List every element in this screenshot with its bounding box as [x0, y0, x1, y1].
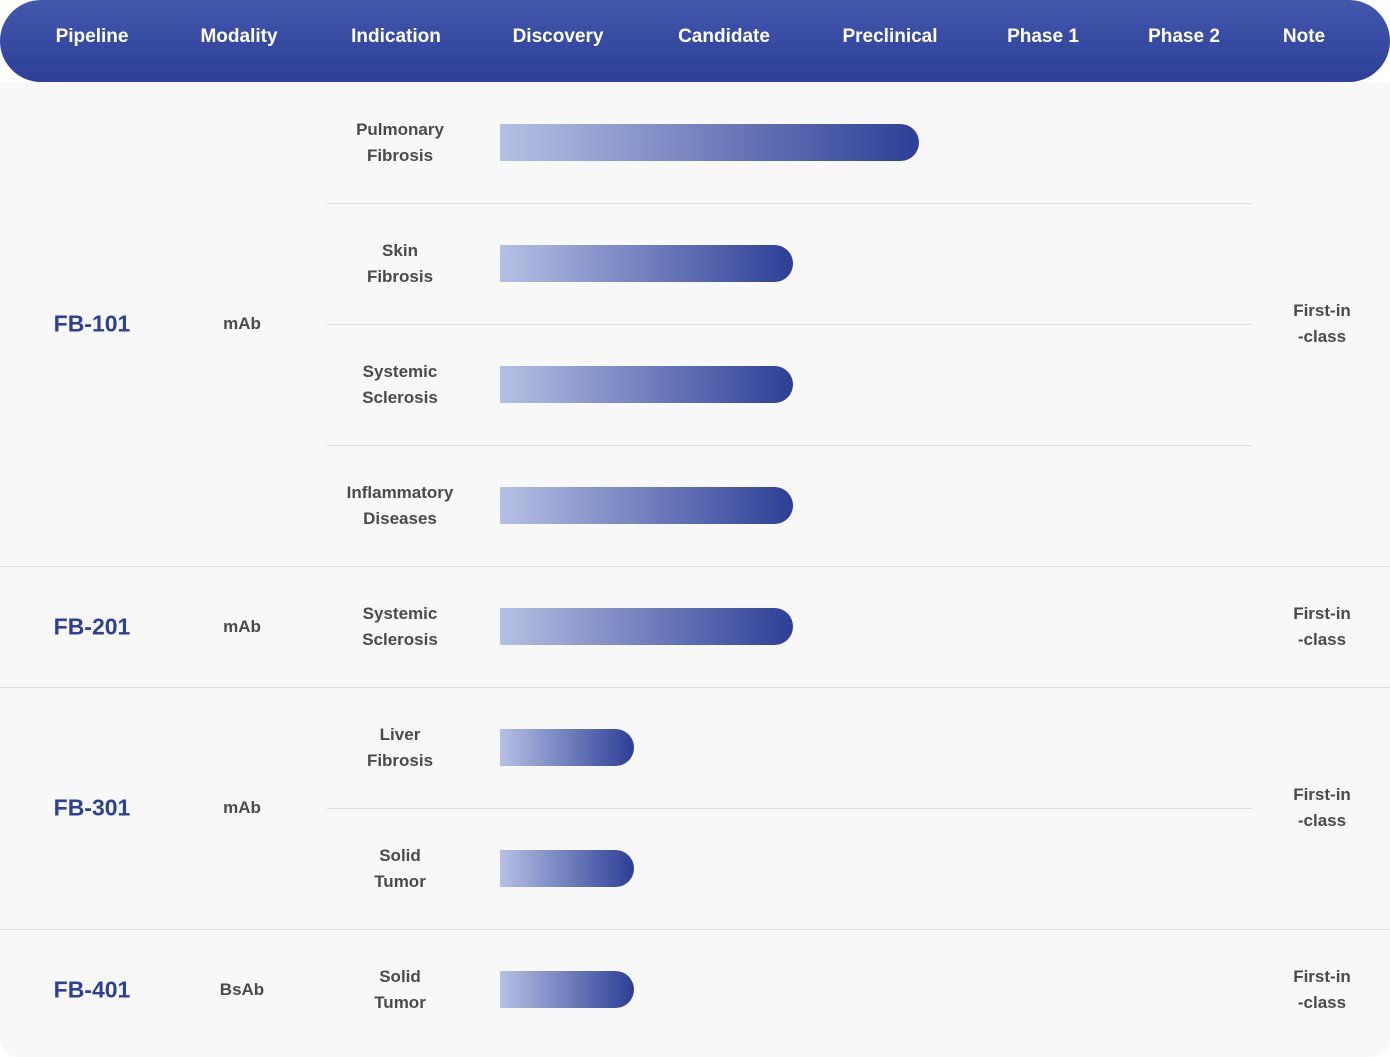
modality-label: mAb [223, 314, 261, 333]
progress-bar [500, 850, 634, 887]
progress-bar [500, 971, 634, 1008]
row-divider [327, 808, 1252, 809]
progress-bar [500, 608, 794, 645]
pipeline-label: FB-301 [53, 794, 131, 821]
note-label: First-in -class [1293, 603, 1351, 649]
header-pipeline: Pipeline [55, 26, 129, 47]
pipeline-label: FB-201 [53, 613, 131, 639]
header-indication: Indication [351, 26, 441, 47]
group-divider [0, 566, 1390, 567]
header-modality: Modality [200, 26, 278, 47]
indication-label: Solid Tumor [374, 845, 426, 891]
modality-label: mAb [223, 616, 261, 636]
note-label: First-in -class [1293, 785, 1351, 830]
progress-bar [500, 487, 794, 524]
header-discovery: Discovery [512, 26, 604, 47]
indication-label: Pulmonary Fibrosis [356, 119, 444, 165]
row-divider [327, 324, 1252, 325]
table-body [0, 82, 1390, 1057]
progress-bar [500, 124, 919, 161]
header-candidate: Candidate [678, 26, 770, 47]
note-label: First-in -class [1293, 966, 1351, 1012]
header-preclinical: Preclinical [842, 26, 938, 47]
indication-label: Systemic Sclerosis [362, 603, 438, 649]
header-note: Note [1282, 26, 1326, 47]
row-divider [327, 445, 1252, 446]
progress-bar [500, 245, 794, 282]
header-phase-2: Phase 2 [1148, 26, 1220, 47]
modality-label: BsAb [219, 979, 265, 999]
note-label: First-in -class [1293, 301, 1351, 346]
progress-bar [500, 366, 794, 403]
header-phase-1: Phase 1 [1007, 26, 1079, 47]
row-divider [327, 203, 1252, 204]
modality-label: mAb [223, 798, 261, 817]
pipeline-chart: Pipeline Modality Indication Discovery Candi… [0, 0, 1390, 1057]
group-divider [0, 687, 1390, 688]
header-bar: Pipeline Modality Indication Discovery Candi… [0, 0, 1390, 82]
indication-label: Liver Fibrosis [366, 724, 434, 770]
indication-label: Skin Fibrosis [366, 240, 434, 286]
indication-label: Systemic Sclerosis [362, 361, 438, 407]
progress-bar [500, 729, 634, 766]
indication-label: Solid Tumor [374, 966, 426, 1012]
pipeline-label: FB-101 [53, 310, 131, 337]
indication-label: Inflammatory Diseases [346, 482, 454, 528]
pipeline-label: FB-401 [53, 976, 131, 1002]
group-divider [0, 929, 1390, 930]
